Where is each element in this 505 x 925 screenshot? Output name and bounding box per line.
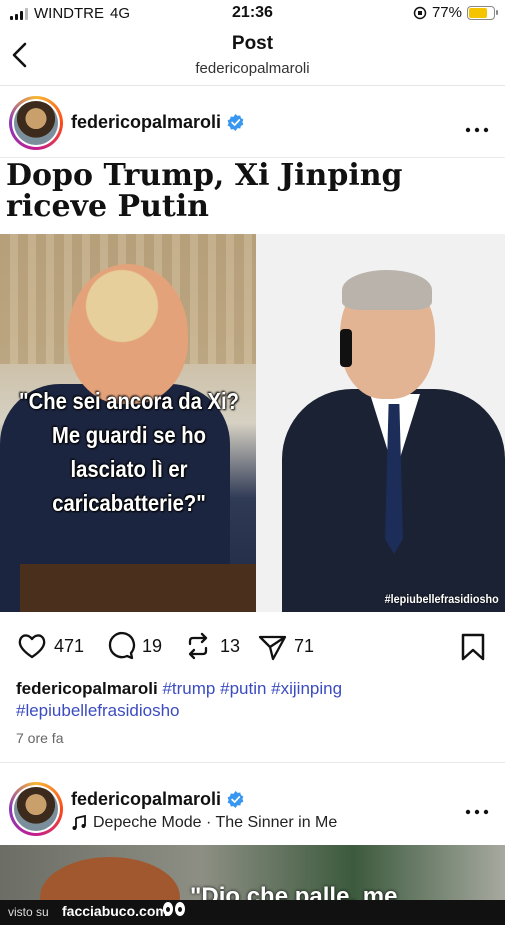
post-header: federicopalmaroli [0,88,505,158]
like-count: 471 [54,635,85,656]
phone-image [340,329,352,367]
more-options-button[interactable] [465,114,489,140]
more-horizontal-icon [465,809,489,815]
share-button[interactable]: 71 [256,630,314,662]
avatar-image [14,101,58,145]
more-horizontal-icon [465,127,489,133]
next-post-header: federicopalmaroli Depeche Mode · The Sin… [0,780,505,842]
comment-icon [108,631,136,660]
music-track-label: Depeche Mode · The Sinner in Me [93,814,338,831]
bookmark-icon [461,633,485,661]
repost-icon [188,632,208,660]
bookmark-button[interactable] [459,632,487,667]
page-title: Post [231,33,274,54]
comment-count: 19 [142,635,163,656]
comment-button[interactable]: 19 [104,630,162,662]
footer-visto-label: visto su [8,905,49,919]
hashtag-trump[interactable]: #trump [162,679,215,698]
repost-button[interactable]: 13 [182,630,240,662]
hashtag-lepiubellefrasidiosho[interactable]: #lepiubellefrasidiosho [16,701,180,720]
next-post-username[interactable]: federicopalmaroli [71,789,221,810]
verified-badge-icon [227,114,244,131]
image-watermark: #lepiubellefrasidiosho [384,592,499,606]
music-note-icon [72,815,86,830]
image-quote: "Che sei ancora da Xi? Me guardi se ho l… [19,388,239,516]
hashtag-xijinping[interactable]: #xijinping [271,679,342,698]
post-divider [0,762,505,763]
post-caption: federicopalmaroli #trump #putin #xijinpi… [16,678,496,722]
music-track[interactable]: Depeche Mode · The Sinner in Me [71,814,337,832]
nav-header: Post federicopalmaroli [0,28,505,86]
eyes-logo-icon [163,902,185,916]
caption-username[interactable]: federicopalmaroli [16,679,158,698]
post-timestamp: 7 ore fa [16,730,64,746]
hashtag-putin[interactable]: #putin [220,679,266,698]
send-icon [258,635,287,661]
battery-percent: 77% [431,4,462,21]
post-image[interactable]: "Che sei ancora da Xi? Me guardi se ho l… [0,234,505,612]
next-post-more-button[interactable] [465,796,489,822]
next-post-avatar[interactable] [9,782,63,836]
avatar[interactable] [9,96,63,150]
share-count: 71 [294,635,315,656]
heart-icon [18,634,46,659]
action-bar: 471 19 13 71 [0,624,505,668]
footer-bar: visto su facciabuco.com [0,900,505,925]
battery-level [469,7,488,18]
like-button[interactable]: 471 [16,630,84,662]
page-subtitle: federicopalmaroli [195,60,310,77]
repost-count: 13 [220,635,241,656]
status-bar: WINDTRE 4G 21:36 77% [0,0,505,28]
battery-icon [467,5,498,20]
post-title: Dopo Trump, Xi Jinping riceve Putin [6,158,403,224]
footer-site-name: facciabuco.com [62,903,168,919]
next-post-image[interactable]: "Dio che palle, me [0,845,505,905]
verified-badge-icon [227,791,244,808]
post-username[interactable]: federicopalmaroli [71,112,221,133]
screen-lock-icon [413,6,427,19]
